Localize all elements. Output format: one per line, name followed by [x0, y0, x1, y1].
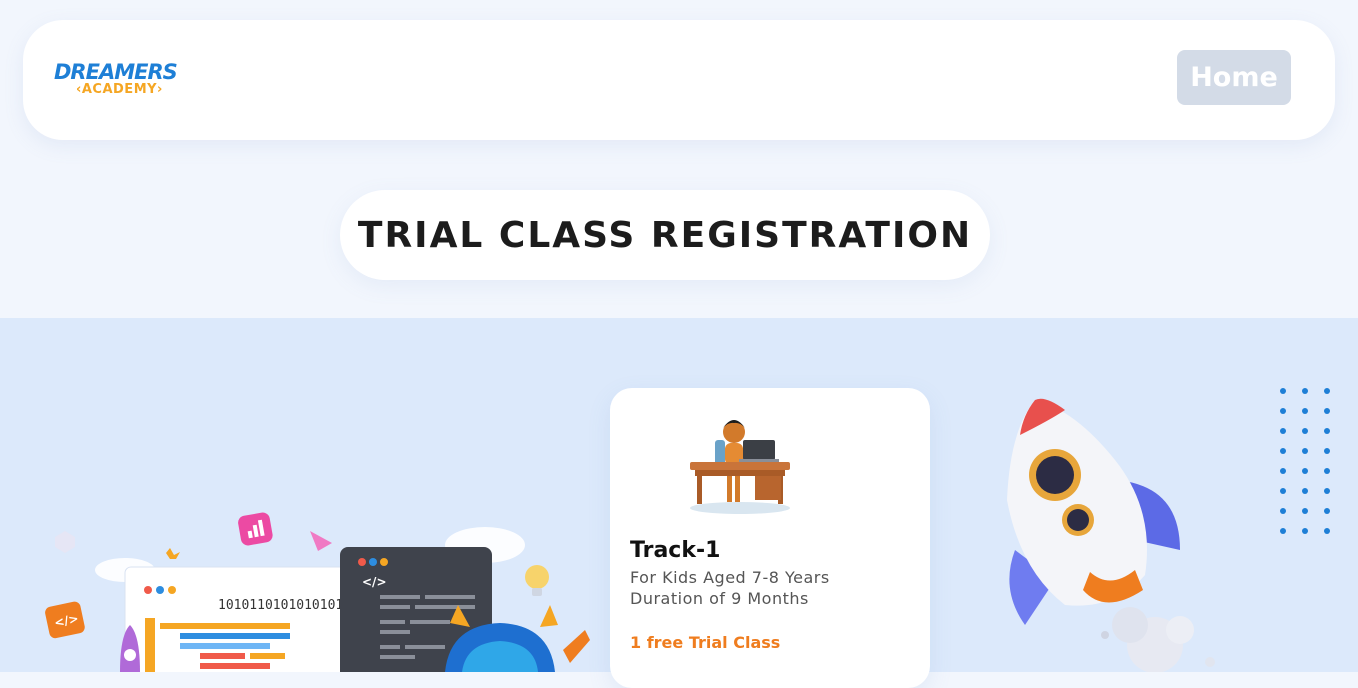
cube-icon — [55, 531, 75, 553]
track-age-range: For Kids Aged 7-8 Years — [630, 568, 830, 587]
track-duration: Duration of 9 Months — [630, 589, 809, 608]
logo-text-academy: ‹ACADEMY› — [76, 82, 163, 97]
page-title-banner: TRIAL CLASS REGISTRATION — [340, 190, 990, 280]
logo-text-dreamers: DREAMERS — [54, 60, 178, 84]
paper-plane-icon — [310, 531, 332, 551]
star-icon — [166, 548, 180, 559]
chart-badge-icon — [238, 512, 273, 546]
free-trial-label: 1 free Trial Class — [630, 633, 781, 652]
code-tag-icon: </> — [45, 601, 85, 639]
page-title: TRIAL CLASS REGISTRATION — [357, 214, 973, 256]
top-navbar: DREAMERS ‹ACADEMY› Home — [23, 20, 1335, 140]
home-button[interactable]: Home — [1177, 50, 1291, 105]
dreamers-academy-logo[interactable]: DREAMERS ‹ACADEMY› — [54, 60, 184, 102]
light-bulb-icon — [525, 565, 549, 596]
kid-at-laptop-illustration — [690, 420, 790, 514]
track-title: Track-1 — [630, 538, 721, 563]
coding-illustration: </> 10101101010101010110 </> — [45, 512, 590, 672]
rocket-illustration — [1007, 398, 1215, 672]
decorative-dot-grid — [1280, 388, 1330, 534]
track-card[interactable]: Track-1 For Kids Aged 7-8 Years Duration… — [610, 388, 930, 688]
code-window-tag: </> — [362, 575, 387, 589]
